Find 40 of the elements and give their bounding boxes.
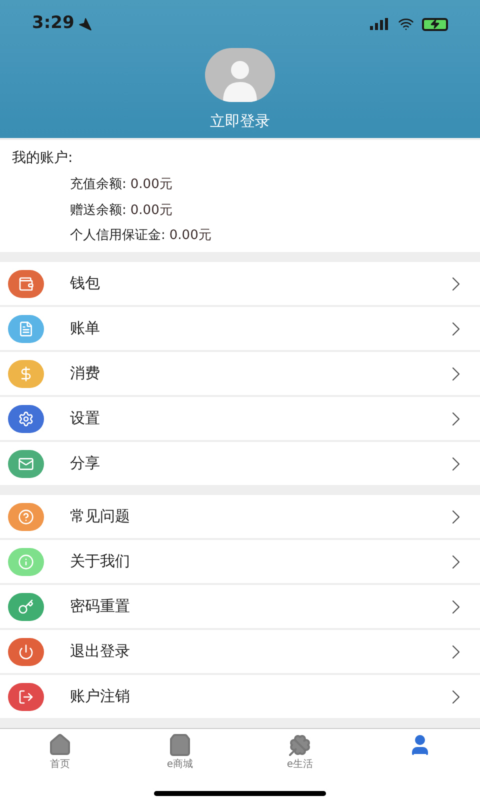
tab[interactable]: e商城: [120, 733, 240, 775]
menu-label: 设置: [70, 408, 101, 430]
menu-item[interactable]: 退出登录: [0, 630, 480, 673]
signal-icon: [370, 18, 390, 30]
menu-item[interactable]: 关于我们: [0, 540, 480, 583]
menu-item[interactable]: 账户注销: [0, 675, 480, 718]
menu-item[interactable]: 钱包: [0, 262, 480, 305]
bag-icon: [168, 733, 192, 757]
wifi-icon: [398, 16, 414, 32]
balance-value: 0.00元: [169, 227, 212, 245]
menu-label: 钱包: [70, 273, 101, 294]
tab[interactable]: e生活: [240, 733, 360, 775]
menu-label: 账单: [70, 318, 101, 340]
menu-label: 常见问题: [70, 506, 131, 528]
menu-label: 退出登录: [70, 641, 131, 662]
menu-label: 密码重置: [70, 596, 131, 618]
menu-label: 关于我们: [70, 551, 131, 572]
balance-label: 赠送余额:: [70, 202, 126, 220]
menu-item[interactable]: 设置: [0, 397, 480, 440]
menu-label: 账户注销: [70, 686, 131, 708]
menu-item[interactable]: 分享: [0, 442, 480, 485]
balance-value: 0.00元: [130, 176, 172, 194]
balance-label: 个人信用保证金:: [70, 227, 166, 245]
menu-item[interactable]: 密码重置: [0, 585, 480, 628]
home-icon: [48, 733, 72, 757]
balance-value: 0.00元: [130, 202, 172, 220]
login-button[interactable]: 立即登录: [210, 110, 270, 132]
tab[interactable]: 首页: [0, 733, 120, 775]
status-time: 3:29: [32, 12, 74, 36]
account-title: 我的账户:: [12, 149, 74, 168]
balance-label: 充值余额:: [70, 176, 126, 194]
menu-item[interactable]: 消费: [0, 352, 480, 395]
menu-item[interactable]: 账单: [0, 307, 480, 350]
menu-label: 消费: [70, 363, 101, 384]
menu-item[interactable]: 常见问题: [0, 495, 480, 538]
clover-icon: [288, 733, 312, 757]
location-icon: [78, 17, 92, 31]
menu-label: 分享: [70, 453, 101, 474]
battery-icon: [422, 18, 448, 30]
avatar-icon[interactable]: [205, 48, 275, 102]
